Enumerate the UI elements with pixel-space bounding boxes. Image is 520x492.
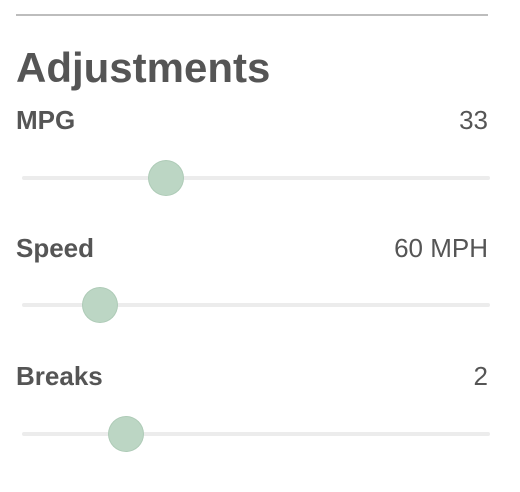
mpg-value: 33 [459,105,488,135]
mpg-slider-thumb[interactable] [149,161,183,195]
breaks-slider[interactable] [22,416,490,452]
breaks-row: Breaks 2 [16,358,488,394]
speed-slider[interactable] [22,287,490,323]
mpg-slider-track[interactable] [22,176,490,180]
mpg-label: MPG [16,105,76,135]
speed-row: Speed 60 MPH [16,230,488,266]
mpg-row: MPG 33 [16,102,488,138]
adjustments-panel: Adjustments MPG 33 Speed 60 MPH Breaks 2 [0,0,520,492]
speed-label: Speed [16,233,95,263]
breaks-value: 2 [473,361,488,391]
panel-title: Adjustments [16,44,271,91]
breaks-label: Breaks [16,361,103,391]
breaks-slider-thumb[interactable] [109,417,143,451]
breaks-slider-track[interactable] [22,432,490,436]
mpg-slider[interactable] [22,160,490,196]
top-divider [16,14,488,16]
speed-slider-thumb[interactable] [83,288,117,322]
speed-value: 60 MPH [394,233,488,263]
